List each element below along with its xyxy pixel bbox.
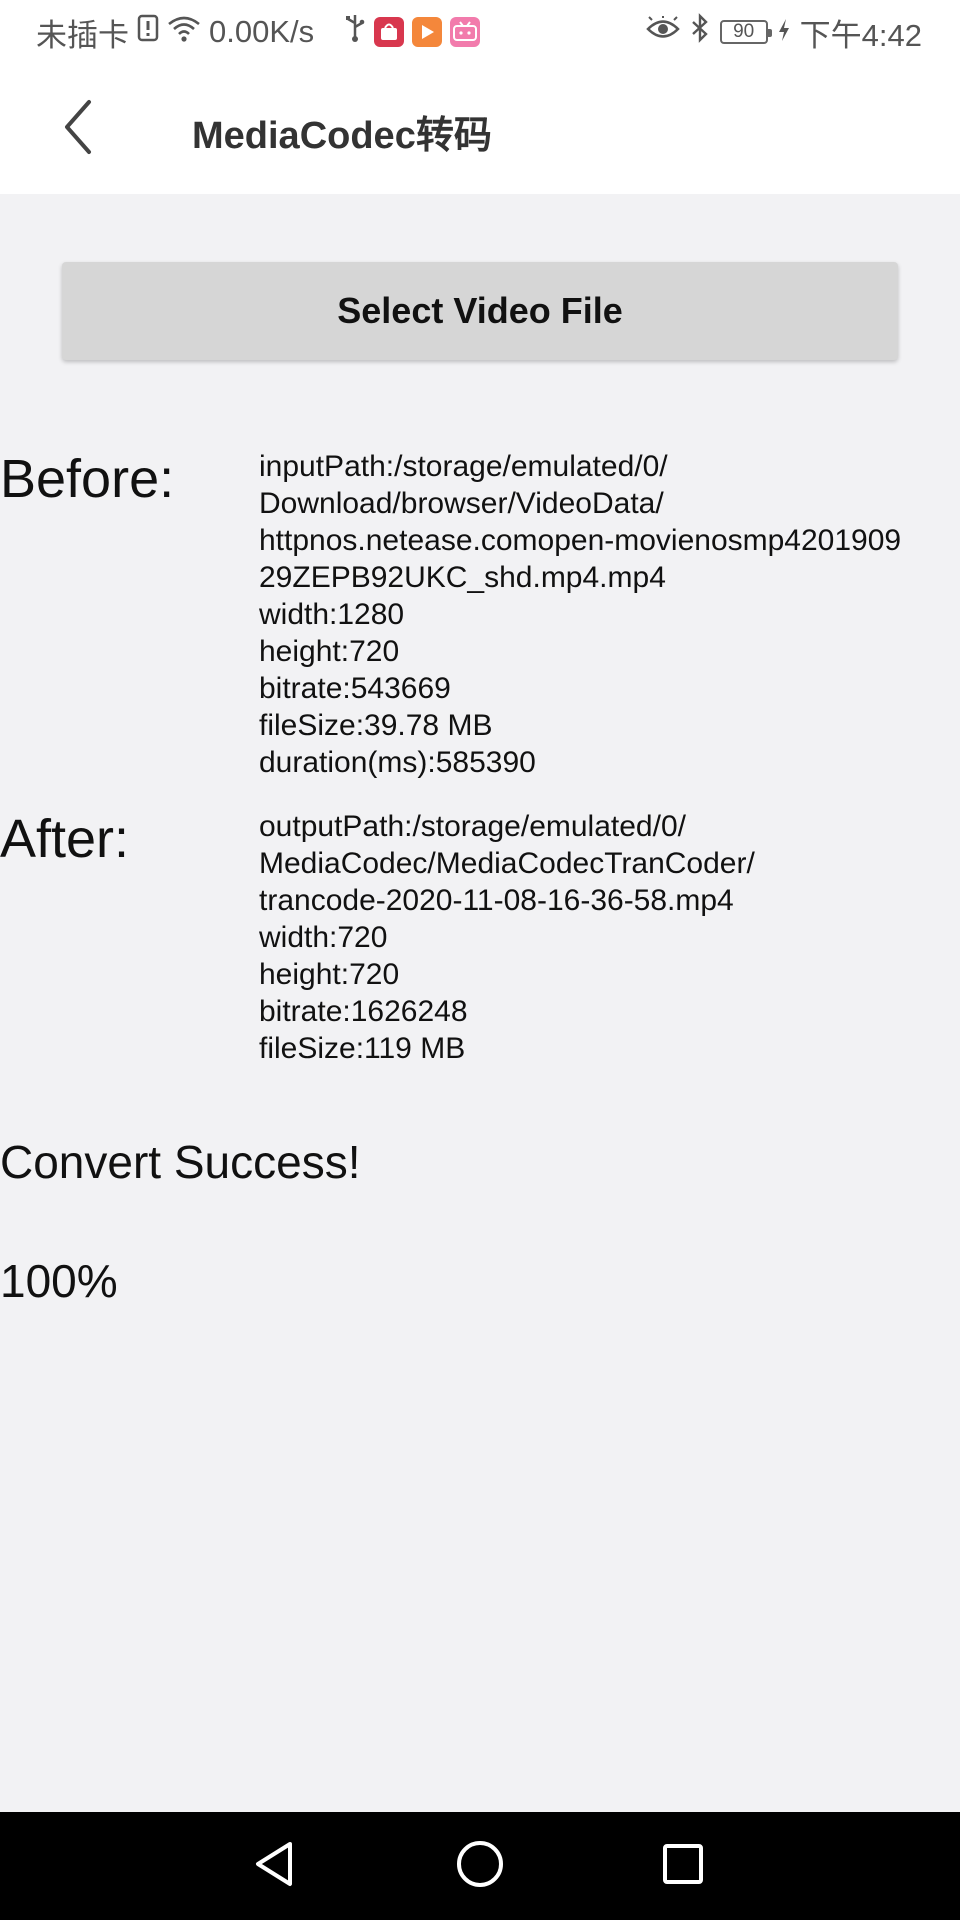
navigation-bar (0, 1812, 960, 1920)
before-info-line: inputPath:/storage/emulated/0/ (259, 450, 668, 483)
before-info: inputPath:/storage/emulated/0/Download/b… (259, 448, 960, 781)
net-speed-text: 0.00K/s (209, 14, 315, 49)
circle-home-icon (455, 1839, 505, 1893)
triangle-back-icon (252, 1840, 296, 1892)
bluetooth-icon (690, 13, 710, 51)
after-info-line: width:720 (259, 921, 388, 954)
usb-icon (344, 13, 366, 51)
before-info-line: fileSize:39.78 MB (259, 709, 493, 742)
before-info-line: Download/browser/VideoData/ (259, 487, 664, 520)
before-info-line: httpnos.netease.comopen-movienosmp420190… (259, 524, 902, 557)
before-info-line: width:1280 (259, 598, 405, 631)
before-info-line: 29ZEPB92UKC_shd.mp4.mp4 (259, 561, 666, 594)
status-bar-left: 未插卡 0.00K/s (36, 12, 481, 53)
after-info-line: fileSize:119 MB (259, 1032, 466, 1065)
eye-comfort-icon (645, 14, 680, 50)
nav-recents-button[interactable] (653, 1836, 713, 1896)
battery-icon: 90 (719, 20, 772, 44)
chevron-left-icon (61, 99, 95, 159)
before-info-line: bitrate:543669 (259, 672, 451, 705)
nav-home-button[interactable] (450, 1836, 510, 1896)
after-info-line: height:720 (259, 958, 400, 991)
bilibili-app-icon (450, 17, 481, 47)
before-label: Before: (0, 449, 175, 509)
sim-alert-icon (137, 14, 159, 50)
after-info-line: bitrate:1626248 (259, 995, 468, 1028)
nav-back-button[interactable] (244, 1836, 304, 1896)
after-info-line: trancode-2020-11-08-16-36-58.mp4 (259, 884, 734, 917)
convert-status-text: Convert Success! (0, 1136, 361, 1188)
title-bar: MediaCodec转码 (0, 64, 960, 194)
before-info-line: duration(ms):585390 (259, 746, 536, 779)
wifi-icon (167, 14, 201, 50)
shopping-app-icon (374, 17, 405, 47)
status-bar: 未插卡 0.00K/s 90 下午4:42 (0, 0, 960, 64)
select-video-file-button[interactable]: Select Video File (62, 262, 898, 360)
after-info: outputPath:/storage/emulated/0/MediaCode… (259, 808, 960, 1067)
before-info-line: height:720 (259, 635, 400, 668)
back-button[interactable] (48, 92, 108, 166)
status-bar-right: 90 下午4:42 (645, 12, 922, 53)
page-title: MediaCodec转码 (192, 115, 492, 157)
after-info-line: outputPath:/storage/emulated/0/ (259, 810, 686, 843)
progress-percent-text: 100% (0, 1255, 118, 1307)
after-info-line: MediaCodec/MediaCodecTranCoder/ (259, 847, 755, 880)
square-recents-icon (661, 1842, 705, 1890)
carrier-text: 未插卡 (36, 17, 129, 53)
clock-text: 下午4:42 (799, 17, 922, 53)
charging-icon (778, 14, 790, 50)
after-label: After: (0, 809, 130, 869)
video-app-icon (412, 17, 443, 47)
